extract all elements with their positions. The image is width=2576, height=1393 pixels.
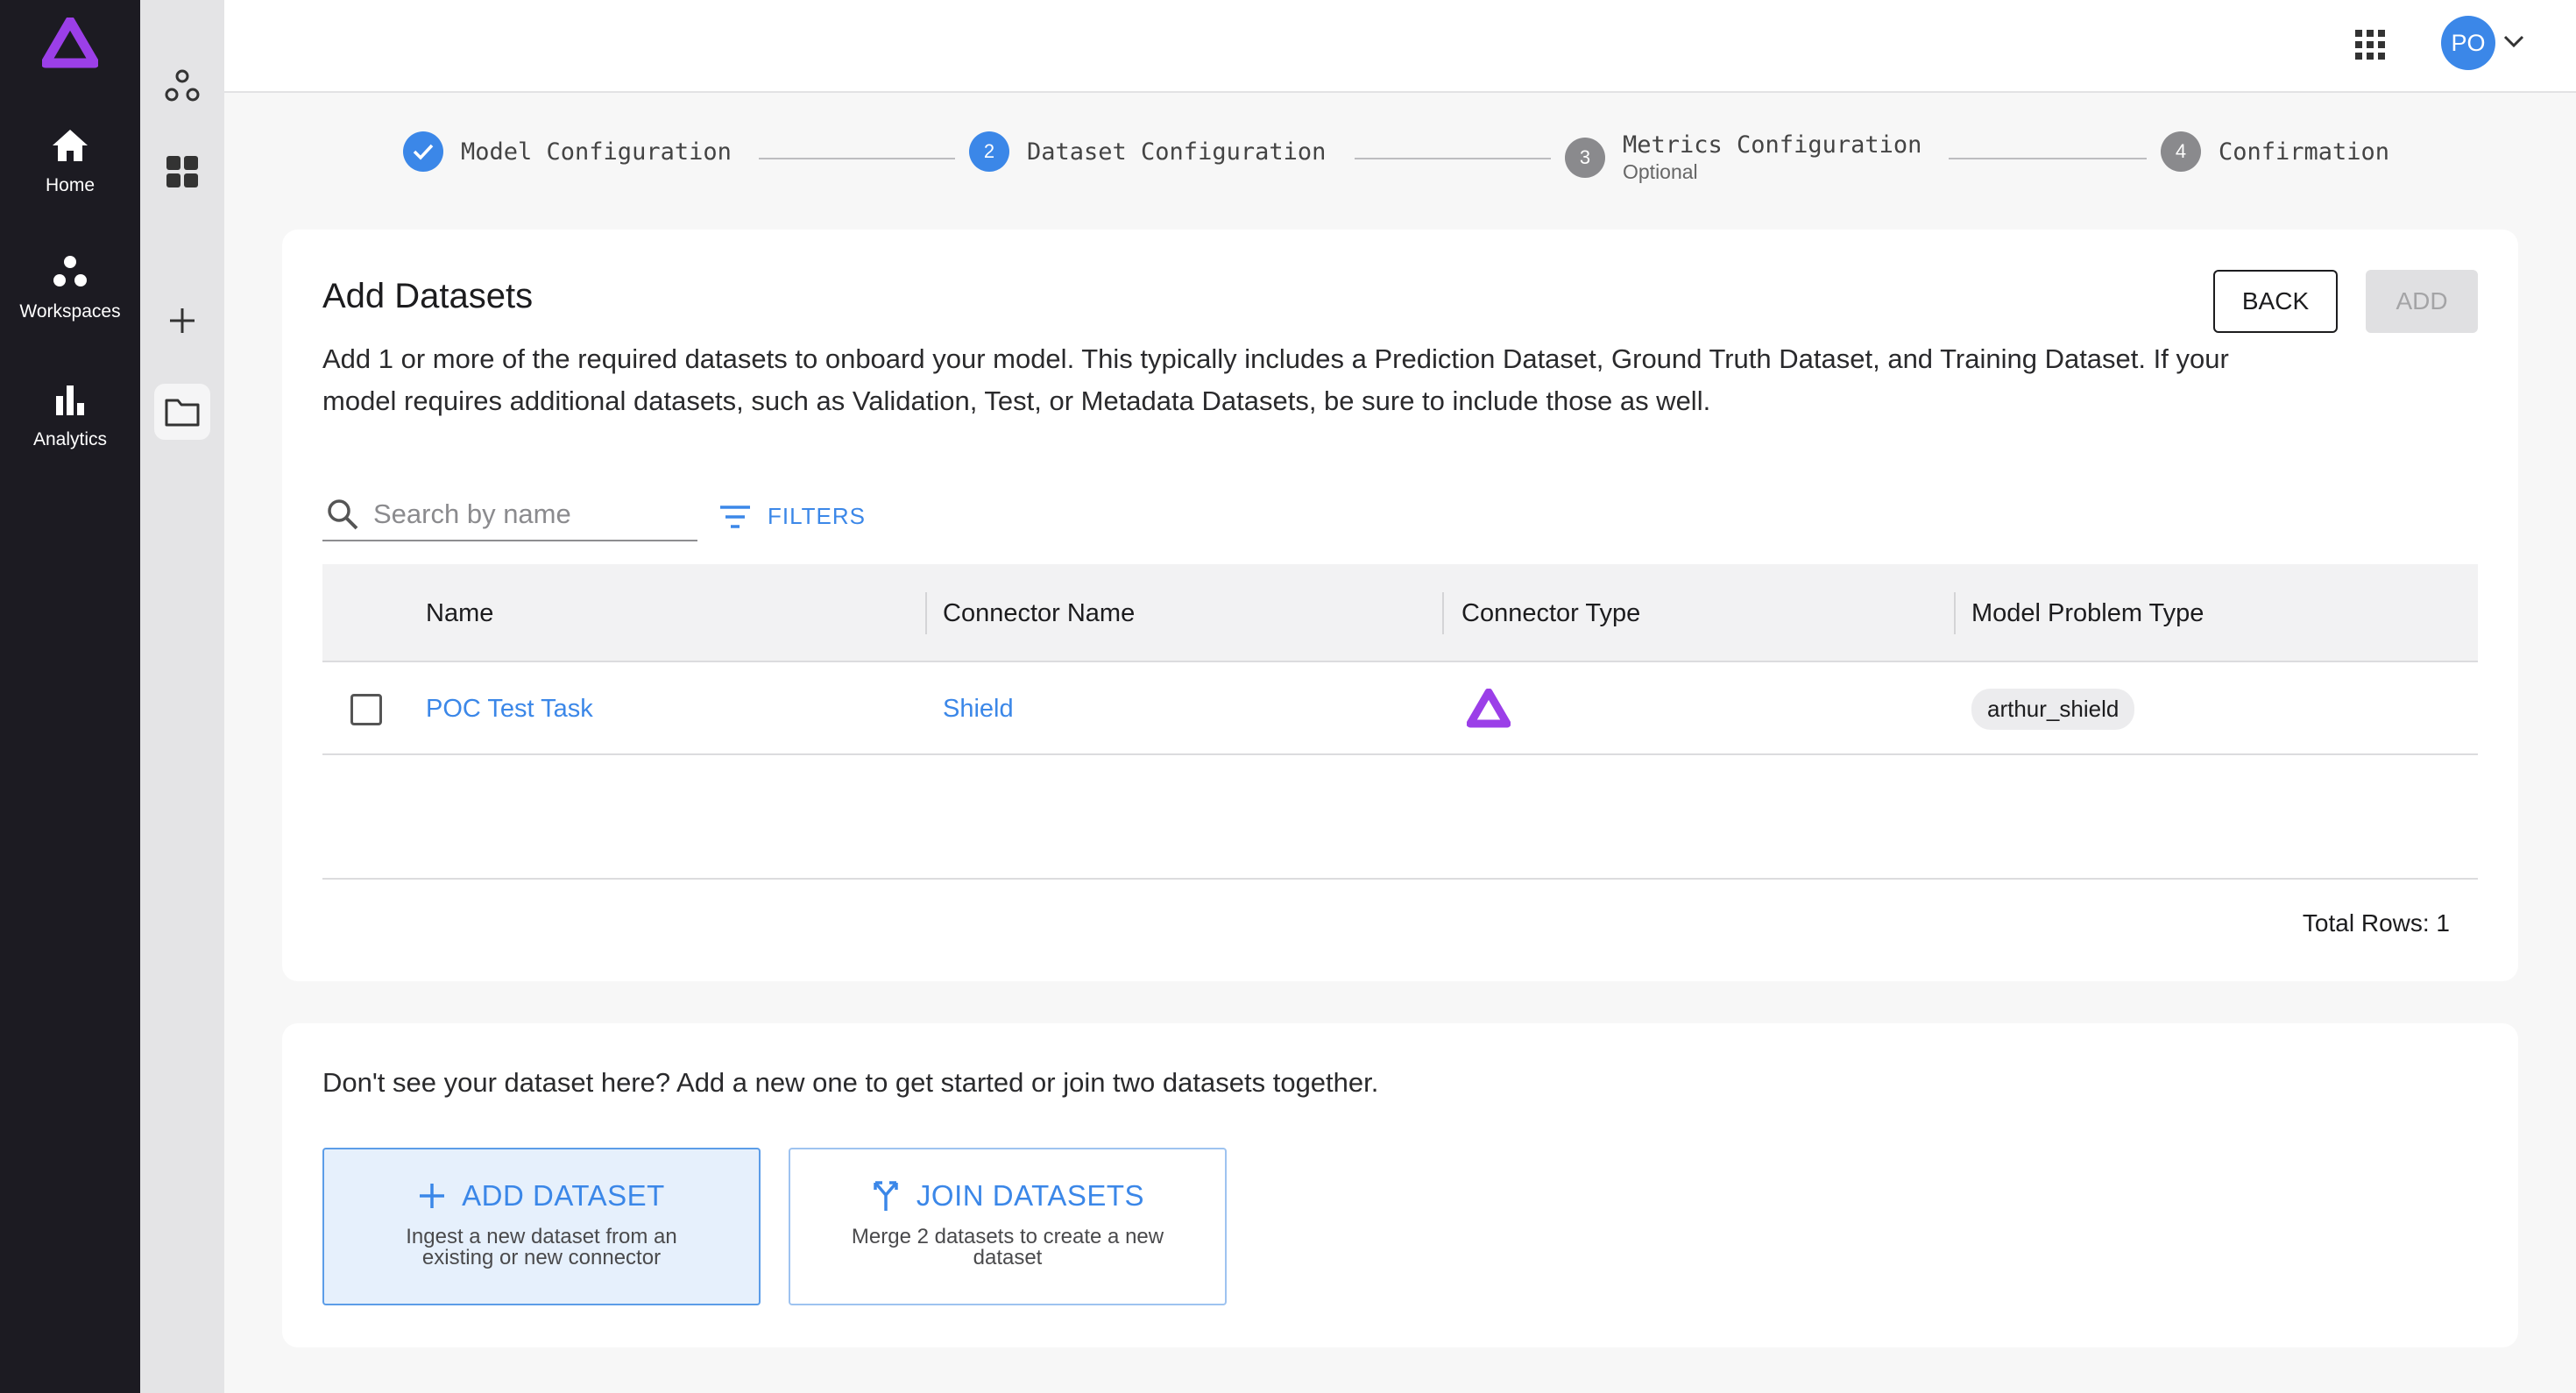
card-description: Add 1 or more of the required datasets t… [322, 343, 2229, 416]
page-title: Add Datasets [322, 277, 534, 315]
new-dataset-prompt: Don't see your dataset here? Add a new o… [322, 1067, 1379, 1098]
nav-item-home[interactable]: Home [0, 128, 140, 196]
search-icon [328, 499, 358, 530]
back-button[interactable]: BACK [2213, 270, 2338, 333]
chevron-down-icon[interactable] [2502, 33, 2525, 49]
add-button[interactable]: ADD [2366, 270, 2478, 333]
column-divider[interactable] [1954, 592, 1956, 634]
nav-item-label: Home [45, 175, 96, 195]
plus-icon [170, 308, 195, 333]
column-header-model-problem-type[interactable]: Model Problem Type [1971, 564, 2204, 662]
add-dataset-label: ADD DATASET [462, 1179, 665, 1212]
column-header-connector-type[interactable]: Connector Type [1461, 564, 1640, 662]
step-label: Dataset Configuration [1027, 138, 1327, 166]
workspaces-icon [53, 256, 87, 286]
step-label: Metrics Configuration [1623, 131, 1922, 159]
datasets-table: Name Connector Name Connector Type Model… [322, 564, 2478, 755]
apps-grid-icon[interactable] [2355, 30, 2385, 60]
step-model-configuration[interactable]: Model Configuration [403, 131, 732, 172]
filters-button[interactable]: FILTERS [718, 503, 866, 530]
dataset-name-link[interactable]: POC Test Task [426, 662, 593, 755]
folder-icon [165, 399, 200, 427]
check-icon [403, 131, 443, 172]
nav-item-label: Analytics [32, 429, 108, 449]
filters-label: FILTERS [768, 503, 866, 529]
step-dataset-configuration[interactable]: 2 Dataset Configuration [969, 131, 1326, 172]
column-divider[interactable] [1442, 592, 1444, 634]
table-footer-divider [322, 878, 2478, 880]
merge-icon [874, 1181, 898, 1211]
column-header-name[interactable]: Name [426, 564, 493, 662]
step-confirmation[interactable]: 4 Confirmation [2161, 131, 2389, 172]
analytics-icon [56, 385, 84, 415]
top-bar [224, 0, 2576, 93]
step-sublabel: Optional [1623, 160, 1698, 183]
column-divider[interactable] [925, 592, 927, 634]
connector-type-cell [1467, 662, 1511, 755]
step-number: 3 [1565, 138, 1605, 178]
join-datasets-tile[interactable]: JOIN DATASETS Merge 2 datasets to create… [789, 1148, 1227, 1305]
plus-icon [420, 1184, 445, 1208]
subnav-dashboard-button[interactable] [154, 144, 210, 200]
model-problem-type-cell: arthur_shield [1971, 662, 2135, 755]
user-avatar[interactable]: PO [2441, 16, 2495, 70]
add-dataset-description: Ingest a new dataset from an existing or… [406, 1225, 677, 1269]
filter-icon [720, 505, 750, 528]
nav-item-workspaces[interactable]: Workspaces [0, 254, 140, 322]
search-field[interactable] [322, 489, 697, 541]
step-label: Model Configuration [461, 138, 732, 166]
secondary-nav-rail [140, 0, 224, 1393]
table-header: Name Connector Name Connector Type Model… [322, 564, 2478, 662]
connector-name-link[interactable]: Shield [943, 662, 1014, 755]
nav-item-analytics[interactable]: Analytics [0, 382, 140, 450]
new-dataset-card: Don't see your dataset here? Add a new o… [282, 1023, 2518, 1347]
workspaces-outline-icon [165, 69, 200, 102]
onboarding-stepper: Model Configuration 2 Dataset Configurat… [403, 131, 2418, 187]
add-datasets-card: Add Datasets Add 1 or more of the requir… [282, 230, 2518, 981]
subnav-folder-button[interactable] [154, 384, 210, 440]
table-row[interactable]: POC Test Task Shield arthur_shield [322, 662, 2478, 755]
row-checkbox[interactable] [350, 694, 382, 725]
home-icon [53, 130, 88, 161]
nav-item-label: Workspaces [19, 301, 121, 322]
arthur-logo-icon[interactable] [42, 18, 98, 70]
problem-type-chip: arthur_shield [1971, 688, 2135, 730]
step-metrics-configuration[interactable]: 3 Metrics Configuration Optional [1565, 131, 1921, 184]
subnav-add-button[interactable] [154, 293, 210, 349]
step-number: 2 [969, 131, 1009, 172]
grid-view-icon [166, 156, 198, 187]
main-nav-rail: Home Workspaces Analytics [0, 0, 140, 1393]
subnav-workspaces-button[interactable] [154, 58, 210, 114]
step-connector [1355, 158, 1551, 159]
add-dataset-tile[interactable]: ADD DATASET Ingest a new dataset from an… [322, 1148, 761, 1305]
arthur-logo-icon [1467, 689, 1511, 728]
join-datasets-label: JOIN DATASETS [916, 1179, 1145, 1212]
step-label: Confirmation [2219, 138, 2390, 166]
column-header-connector-name[interactable]: Connector Name [943, 564, 1135, 662]
step-connector [1949, 158, 2147, 159]
step-connector [759, 158, 955, 159]
search-input[interactable] [373, 499, 671, 530]
step-number: 4 [2161, 131, 2201, 172]
total-rows: Total Rows: 1 [2302, 909, 2450, 937]
join-datasets-description: Merge 2 datasets to create a new dataset [851, 1225, 1164, 1269]
